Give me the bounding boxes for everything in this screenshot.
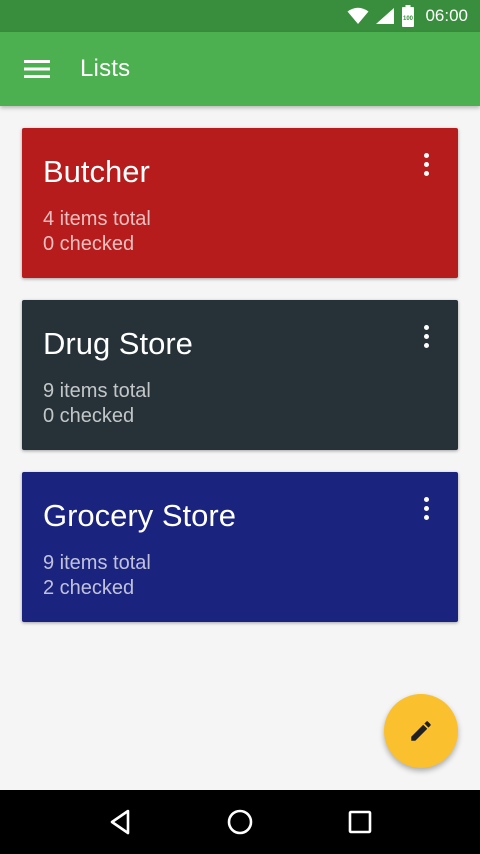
list-checked: 0 checked <box>43 233 135 255</box>
list-total: 9 items total <box>43 552 151 574</box>
list-name: Grocery Store <box>43 498 236 533</box>
more-options-button[interactable] <box>414 494 438 522</box>
battery-icon: 100 <box>402 5 415 27</box>
status-time: 06:00 <box>425 6 468 25</box>
recents-button[interactable] <box>336 798 384 846</box>
menu-button[interactable] <box>0 32 74 106</box>
back-icon <box>110 809 130 835</box>
back-button[interactable] <box>96 798 144 846</box>
list-card-grocery-store[interactable]: Grocery Store 9 items total 2 checked <box>22 472 458 622</box>
more-options-button[interactable] <box>414 150 438 178</box>
list-name: Butcher <box>43 154 150 189</box>
list-card-drug-store[interactable]: Drug Store 9 items total 0 checked <box>22 300 458 450</box>
navigation-bar <box>0 790 480 854</box>
more-vert-icon <box>423 496 429 502</box>
list-checked: 2 checked <box>43 577 135 599</box>
more-options-button[interactable] <box>414 322 438 350</box>
battery-percent: 100 <box>403 16 414 22</box>
app-bar: Lists <box>0 32 480 106</box>
list-name: Drug Store <box>43 326 193 361</box>
list-total: 9 items total <box>43 380 151 402</box>
page-title: Lists <box>80 55 131 82</box>
edit-pencil-icon <box>411 721 431 741</box>
wifi-icon <box>347 7 369 24</box>
shopping-lists: Butcher 4 items total 0 checked Drug Sto… <box>22 128 458 644</box>
more-vert-icon <box>423 324 429 330</box>
edit-fab-button[interactable] <box>384 694 458 768</box>
status-bar: 100 06:00 <box>0 0 480 32</box>
hamburger-menu-icon <box>24 60 50 78</box>
home-icon <box>227 809 253 835</box>
signal-icon <box>376 8 395 24</box>
recents-icon <box>348 810 372 834</box>
home-button[interactable] <box>216 798 264 846</box>
more-vert-icon <box>423 152 429 158</box>
list-total: 4 items total <box>43 208 151 230</box>
list-checked: 0 checked <box>43 405 135 427</box>
list-card-butcher[interactable]: Butcher 4 items total 0 checked <box>22 128 458 278</box>
